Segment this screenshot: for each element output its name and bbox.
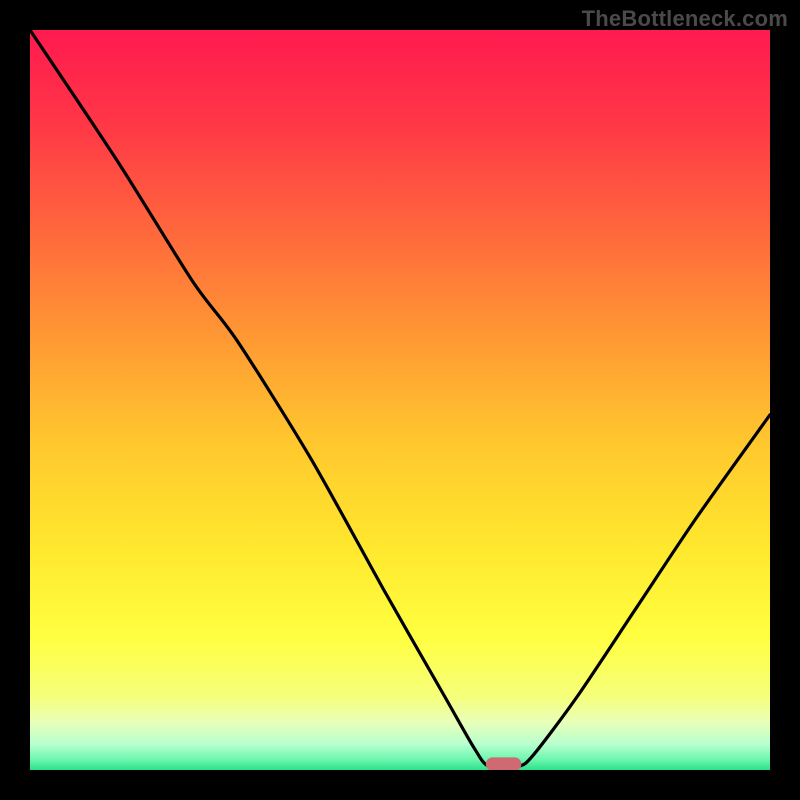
gradient-background [30,30,770,770]
watermark-text: TheBottleneck.com [582,6,788,32]
bottleneck-chart [0,0,800,800]
optimal-marker [486,757,522,770]
chart-frame: { "watermark": "TheBottleneck.com", "col… [0,0,800,800]
